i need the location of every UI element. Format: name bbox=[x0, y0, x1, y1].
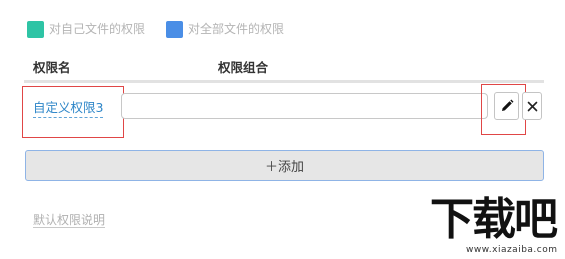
close-icon bbox=[527, 101, 537, 111]
edit-button[interactable] bbox=[494, 92, 519, 120]
pencil-icon bbox=[501, 99, 513, 111]
default-permissions-help-link[interactable]: 默认权限说明 bbox=[33, 213, 106, 228]
permission-name-header: 权限名 bbox=[33, 60, 71, 75]
watermark-url: www.xiazaiba.com bbox=[466, 245, 558, 255]
add-button-label: ＋添加 bbox=[264, 160, 304, 175]
permission-combo-header: 权限组合 bbox=[218, 60, 269, 75]
permission-combo-input[interactable] bbox=[121, 93, 488, 119]
all-files-legend-label: 对全部文件的权限 bbox=[188, 22, 285, 36]
permission-name-link[interactable]: 自定义权限3 bbox=[33, 97, 104, 118]
watermark-logo-text: 下载吧 bbox=[430, 194, 558, 245]
own-files-legend-label: 对自己文件的权限 bbox=[49, 22, 146, 36]
all-files-color-swatch bbox=[166, 21, 183, 38]
add-permission-button[interactable]: ＋添加 bbox=[25, 150, 544, 181]
header-divider bbox=[24, 80, 544, 83]
watermark-logo: 下载吧 www.xiazaiba.com bbox=[426, 196, 565, 259]
delete-button[interactable] bbox=[522, 92, 542, 120]
own-files-color-swatch bbox=[27, 21, 44, 38]
